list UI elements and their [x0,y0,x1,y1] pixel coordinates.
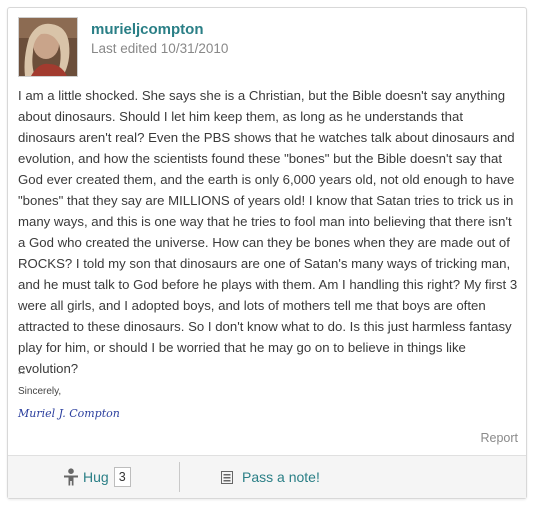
last-edited-timestamp: Last edited 10/31/2010 [91,41,229,56]
hug-button[interactable]: Hug 3 [63,466,131,488]
action-divider [179,462,180,492]
report-link[interactable]: Report [480,431,518,445]
post-body: I am a little shocked. She says she is a… [18,88,518,376]
pass-note-button[interactable]: Pass a note! [221,466,320,488]
signature-separator: -- [18,367,26,379]
avatar-photo [19,18,77,76]
hug-label: Hug [83,469,109,485]
hug-count-badge: 3 [113,467,131,487]
note-list-icon [221,470,233,484]
signature-name: Muriel J. Compton [18,407,120,420]
post-action-bar: Hug 3 Pass a note! [8,455,526,498]
username-link[interactable]: murieljcompton [91,21,204,38]
pass-note-label: Pass a note! [242,469,320,485]
avatar[interactable] [18,17,78,77]
post-card: murieljcompton Last edited 10/31/2010 I … [7,7,527,499]
signature-closing: Sincerely, [18,386,62,397]
person-hug-icon [63,468,79,486]
